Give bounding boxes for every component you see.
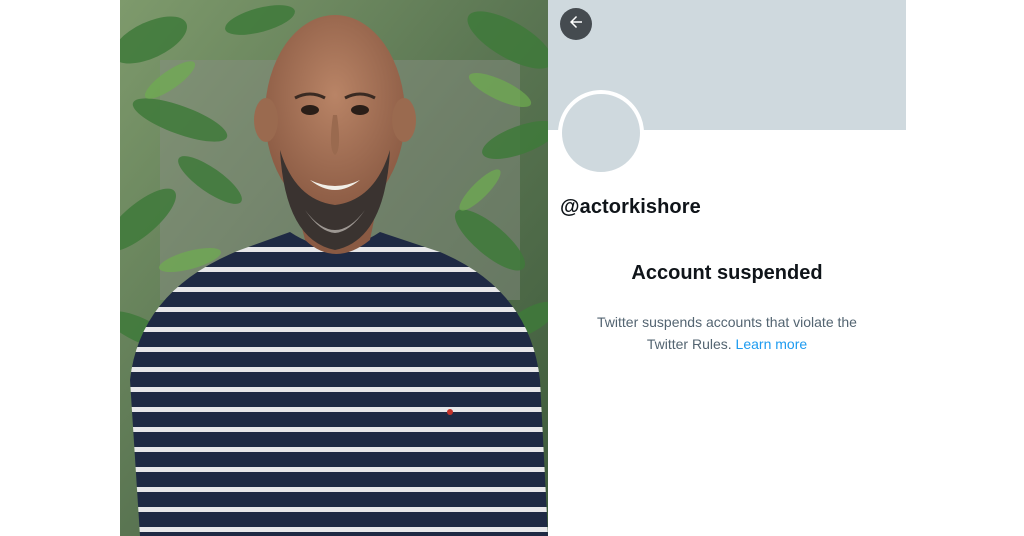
twitter-profile-panel: @actorkishore Account suspended Twitter … — [548, 0, 906, 536]
screenshot-canvas: @actorkishore Account suspended Twitter … — [0, 0, 1024, 536]
profile-handle: @actorkishore — [560, 196, 701, 218]
suspended-message-line1: Twitter suspends accounts that violate t… — [597, 314, 857, 330]
arrow-left-icon — [567, 13, 585, 36]
suspended-title: Account suspended — [631, 262, 823, 284]
person-photo — [120, 0, 548, 536]
avatar — [558, 90, 644, 176]
back-button[interactable] — [560, 8, 592, 40]
suspended-message-line2: Twitter Rules. — [646, 336, 732, 352]
suspended-message: Twitter suspends accounts that violate t… — [572, 311, 882, 355]
learn-more-link[interactable]: Learn more — [736, 336, 808, 352]
